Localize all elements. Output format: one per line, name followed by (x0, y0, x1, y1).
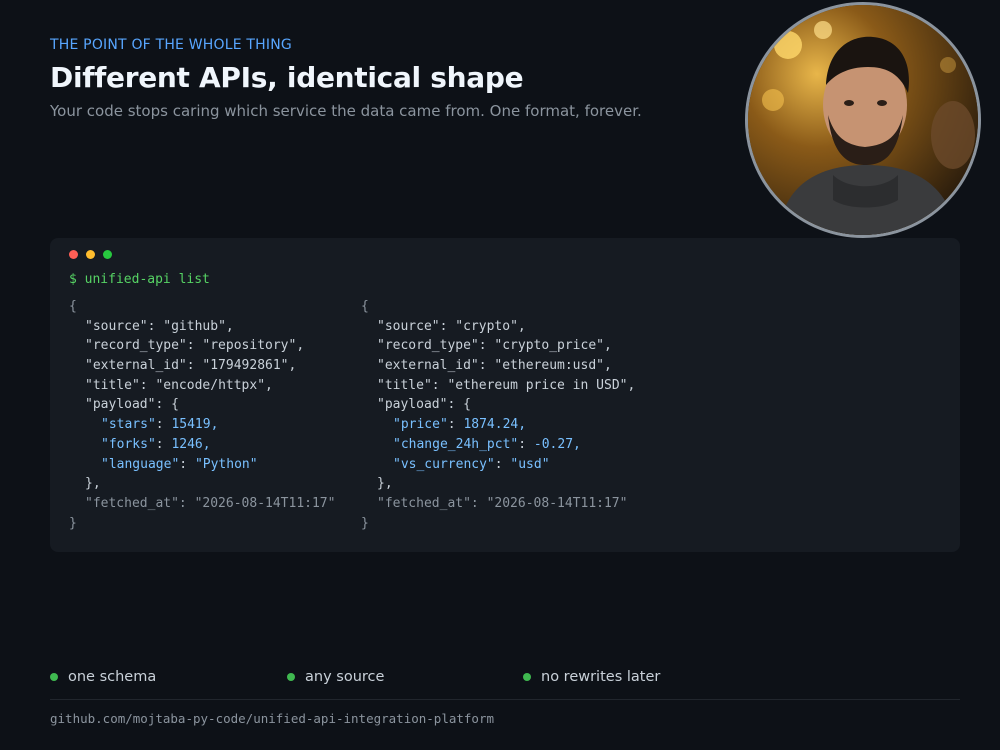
feature-label: any source (305, 669, 385, 685)
json-line-fetched-at: "fetched_at": "2026-08-14T11:17" (85, 495, 336, 511)
json-line-source: "source": "crypto", (377, 318, 526, 334)
json-line-payload: "payload": { (85, 397, 179, 413)
bullet-dot-icon (523, 673, 531, 681)
window-close-dot (69, 250, 78, 259)
json-line-payload-close: }, (85, 476, 101, 492)
json-line-external-id: "external_id": "179492861", (85, 358, 297, 374)
json-line-source: "source": "github", (85, 318, 234, 334)
avatar (745, 2, 981, 238)
feature-label: no rewrites later (541, 669, 661, 685)
window-maximize-dot (103, 250, 112, 259)
bullet-dot-icon (50, 673, 58, 681)
json-line-payload-close: }, (377, 476, 393, 492)
json-line-fetched-at: "fetched_at": "2026-08-14T11:17" (377, 495, 628, 511)
window-minimize-dot (86, 250, 95, 259)
json-line-payload-item: "forks": 1246, (101, 436, 211, 452)
json-record-github: { "source": "github", "record_type": "re… (69, 297, 335, 533)
feature-list: one schema any source no rewrites later (0, 669, 1000, 689)
terminal-prompt: $ unified-api list (69, 272, 210, 287)
json-line-title: "title": "encode/httpx", (85, 377, 273, 393)
json-open-brace: { (361, 299, 369, 314)
json-line-payload-item: "stars": 15419, (101, 417, 219, 433)
feature-item: no rewrites later (523, 669, 660, 685)
feature-item: any source (287, 669, 384, 685)
feature-item: one schema (50, 669, 156, 685)
json-line-title: "title": "ethereum price in USD", (377, 377, 636, 393)
json-line-payload: "payload": { (377, 397, 471, 413)
feature-label: one schema (68, 669, 157, 685)
json-line-payload-item: "vs_currency": "usd" (393, 456, 550, 472)
page-subtitle: Your code stops caring which service the… (50, 102, 642, 120)
terminal-window: $ unified-api list { "source": "github",… (50, 238, 960, 552)
json-line-payload-item: "change_24h_pct": -0.27, (393, 436, 581, 452)
json-line-record-type: "record_type": "repository", (85, 338, 305, 354)
json-record-crypto: { "source": "crypto", "record_type": "cr… (361, 297, 635, 533)
json-line-payload-item: "price": 1874.24, (393, 417, 527, 433)
footer-divider (50, 699, 960, 700)
json-close-brace: } (69, 515, 77, 531)
json-line-record-type: "record_type": "crypto_price", (377, 338, 612, 354)
json-open-brace: { (69, 299, 77, 314)
bullet-dot-icon (287, 673, 295, 681)
repo-link[interactable]: github.com/mojtaba-py-code/unified-api-i… (50, 711, 494, 726)
json-close-brace: } (361, 515, 369, 531)
page-title: Different APIs, identical shape (50, 61, 524, 94)
json-line-payload-item: "language": "Python" (101, 456, 258, 472)
eyebrow-label: THE POINT OF THE WHOLE THING (50, 37, 292, 53)
avatar-photo (748, 5, 978, 235)
json-line-external-id: "external_id": "ethereum:usd", (377, 358, 612, 374)
